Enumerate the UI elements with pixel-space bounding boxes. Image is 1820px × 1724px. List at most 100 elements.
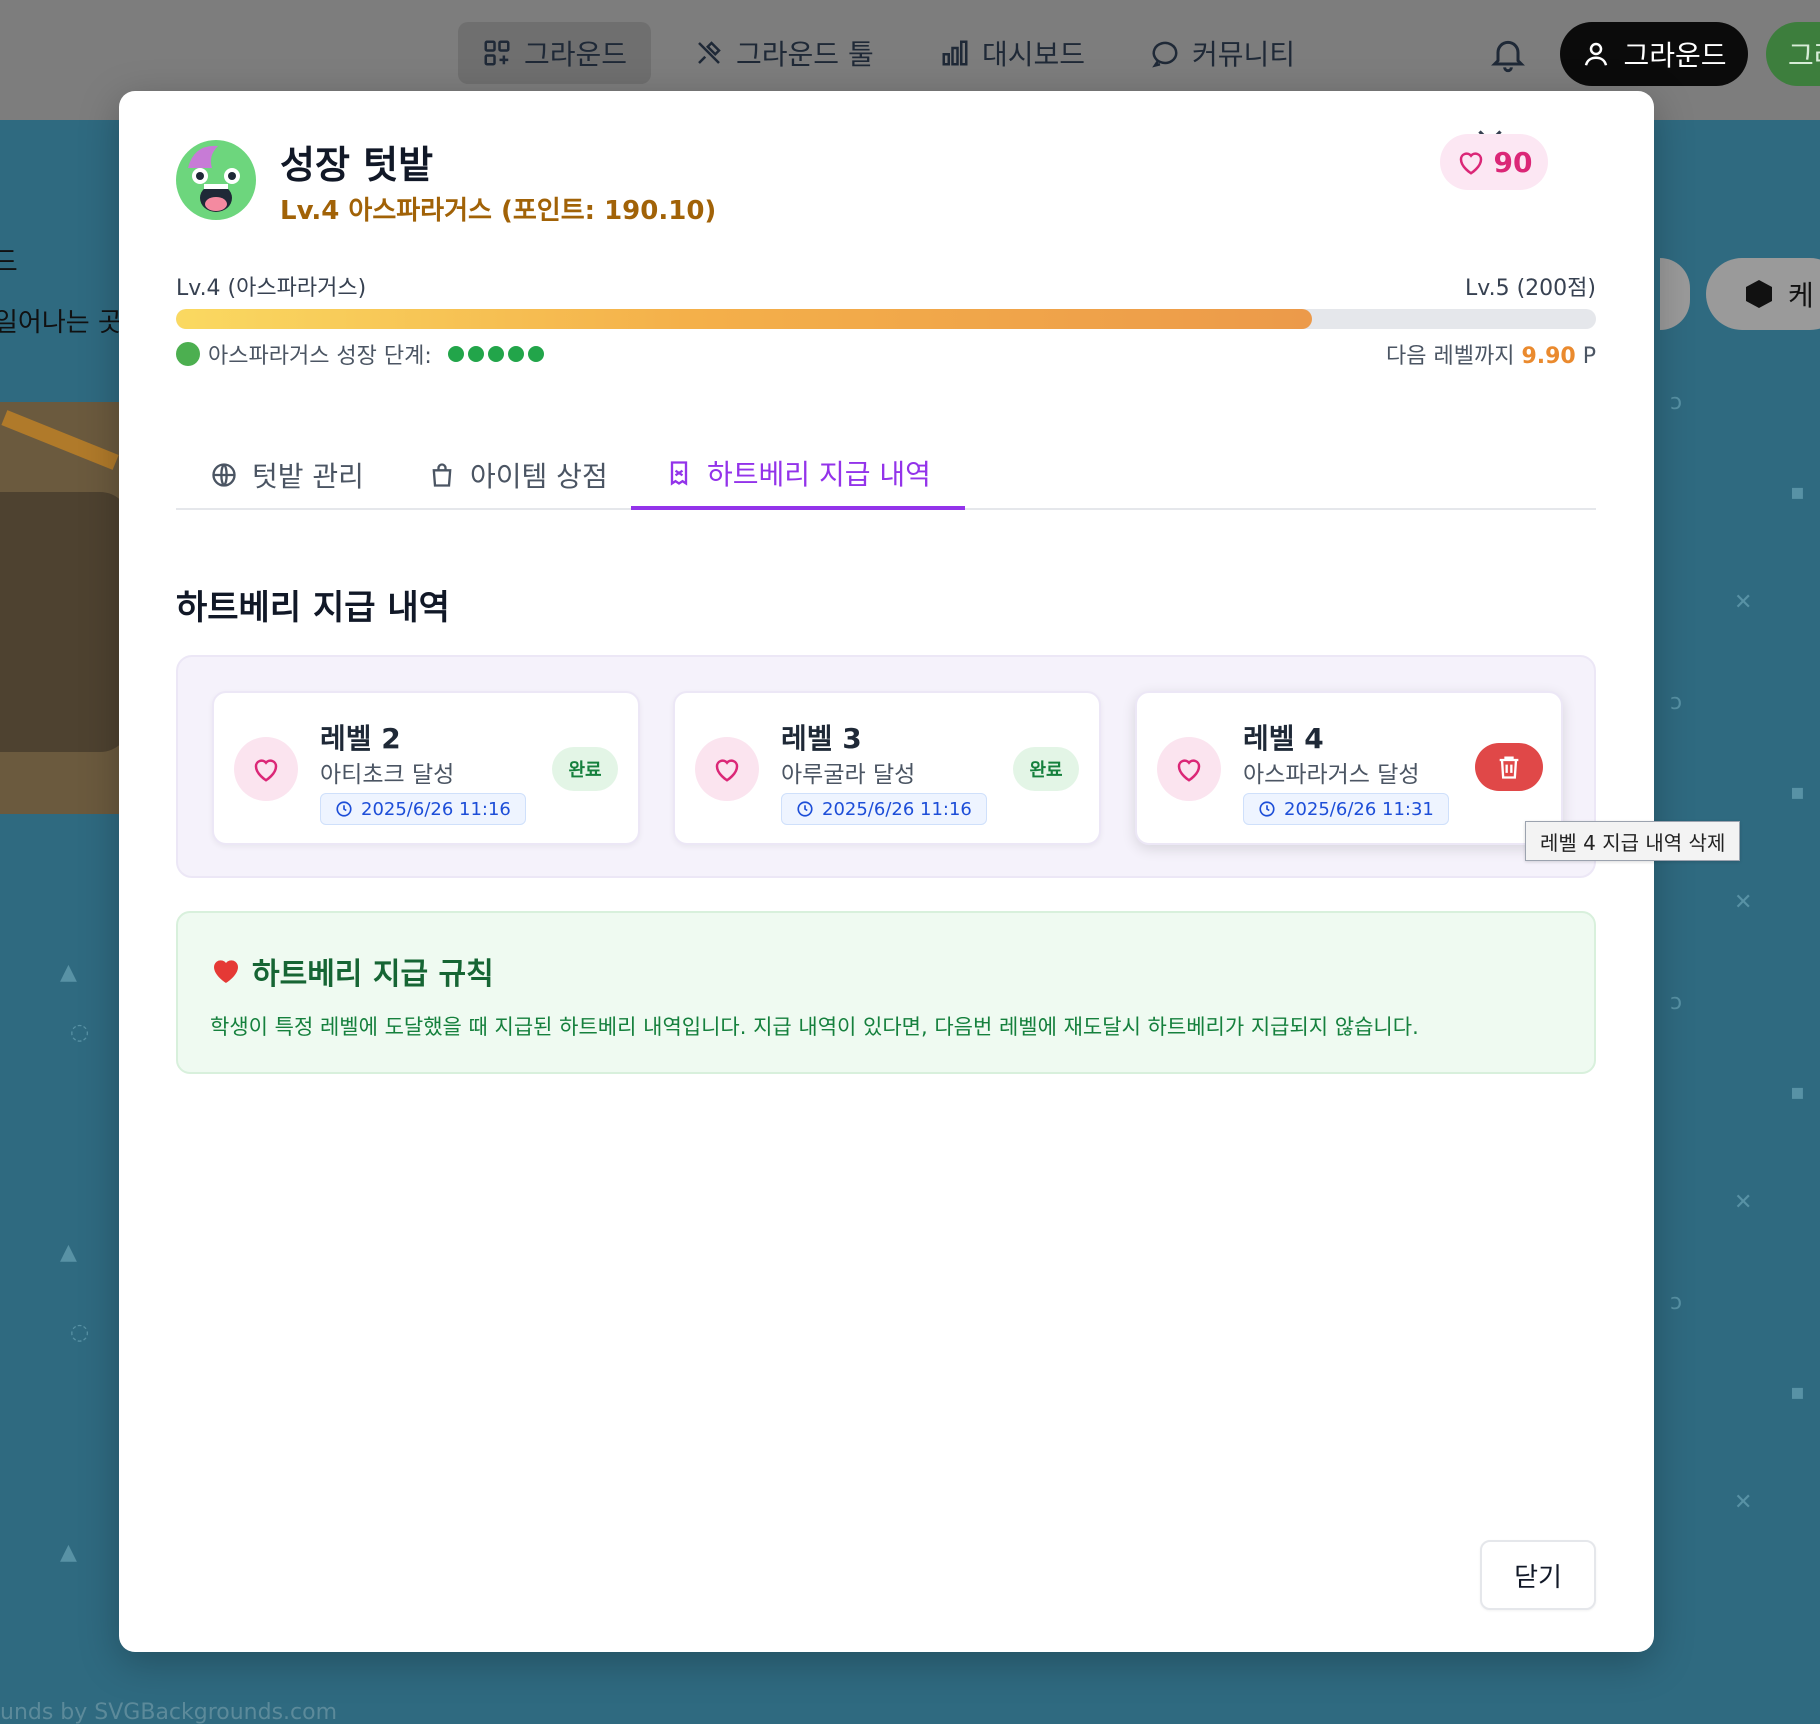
payment-level: 레벨 3	[781, 722, 862, 755]
nav-item-dashboard[interactable]: 대시보드	[916, 22, 1109, 84]
background-watermark: unds by SVGBackgrounds.com	[0, 1700, 338, 1724]
background-pattern: ▪	[1790, 1080, 1805, 1105]
background-pattern: ▪	[1790, 1380, 1805, 1405]
modal-subtitle: Lv.4 아스파라거스 (포인트: 190.10)	[280, 196, 717, 226]
heart-badge-circle	[695, 737, 759, 801]
background-pattern: ↄ	[1670, 1290, 1683, 1315]
zombie-avatar-icon	[176, 140, 256, 220]
user-profile-button[interactable]: 그라운드	[1560, 22, 1748, 86]
growth-stage-label: 아스파라거스 성장 단계:	[208, 344, 432, 369]
points-to-next-level: 다음 레벨까지 9.90 P	[1300, 338, 1596, 370]
heart-count-badge: 90	[1440, 134, 1548, 190]
green-dot-icon	[176, 342, 200, 366]
payment-description: 아스파라거스 달성	[1243, 762, 1420, 788]
heartberry-rules-box: 하트베리 지급 규칙 학생이 특정 레벨에 도달했을 때 지급된 하트베리 내역…	[176, 911, 1596, 1074]
payment-card: 레벨 2 아티초크 달성 2025/6/26 11:16 완료	[212, 691, 640, 845]
clock-icon	[1259, 801, 1275, 817]
background-pattern: ↄ	[1670, 990, 1683, 1015]
user-icon	[1585, 42, 1608, 66]
bell-icon[interactable]	[1488, 34, 1528, 74]
next-level-unit: P	[1582, 344, 1596, 369]
payment-date-badge: 2025/6/26 11:16	[320, 793, 526, 825]
growth-stage-dots	[447, 346, 544, 362]
growth-stage-row: 아스파라거스 성장 단계:	[176, 338, 544, 370]
payment-date: 2025/6/26 11:31	[1284, 798, 1434, 820]
receipt-icon	[670, 461, 688, 486]
stage-dot	[447, 346, 464, 362]
background-garden-image	[0, 402, 120, 814]
payment-history-list: 레벨 2 아티초크 달성 2025/6/26 11:16 완료 레벨 3 아루굴…	[176, 655, 1596, 878]
hexagon-icon	[1746, 280, 1772, 308]
close-button[interactable]: 닫기	[1480, 1540, 1596, 1610]
bar-chart-icon	[942, 40, 968, 66]
background-pattern: ▲	[60, 960, 77, 985]
background-pattern: ✕	[1734, 1490, 1753, 1515]
tools-icon	[698, 41, 721, 64]
stage-dot	[507, 346, 524, 362]
nav-item-label: 그라운드 툴	[736, 38, 874, 71]
background-pattern: ✕	[1734, 1190, 1753, 1215]
background-pattern: ✕	[1734, 590, 1753, 615]
tab-heartberry-history[interactable]: 하트베리 지급 내역	[631, 440, 965, 510]
heart-badge-circle	[234, 737, 298, 801]
modal-tabs: 텃밭 관리 아이템 상점 하트베리 지급 내역	[176, 440, 1596, 510]
background-pill-button: 케	[1706, 258, 1820, 330]
clock-icon	[336, 801, 352, 817]
stage-dot	[487, 346, 504, 362]
chat-bubble-icon	[1152, 41, 1178, 68]
clock-icon	[797, 801, 813, 817]
modal-title: 성장 텃밭	[280, 143, 434, 187]
tab-label: 텃밭 관리	[252, 460, 364, 493]
tab-garden-management[interactable]: 텃밭 관리	[176, 440, 398, 510]
nav-item-ground[interactable]: 그라운드	[458, 22, 652, 84]
nav-item-community[interactable]: 커뮤니티	[1126, 22, 1319, 84]
heart-icon	[1177, 759, 1201, 782]
background-pattern: ◌	[70, 1320, 90, 1345]
payment-date-badge: 2025/6/26 11:31	[1243, 793, 1449, 825]
trash-icon	[1499, 756, 1519, 779]
current-level-label: Lv.4 (아스파라거스)	[176, 276, 367, 301]
rules-description: 학생이 특정 레벨에 도달했을 때 지급된 하트베리 내역입니다. 지급 내역이…	[210, 1015, 1419, 1039]
status-badge: 완료	[552, 747, 618, 791]
heart-count: 90	[1493, 145, 1533, 179]
next-level-points: 9.90	[1521, 344, 1576, 369]
background-pattern: ◌	[70, 1020, 90, 1045]
rules-title-row: 하트베리 지급 규칙	[210, 949, 494, 993]
payment-date: 2025/6/26 11:16	[361, 798, 511, 820]
payment-description: 아티초크 달성	[320, 762, 455, 788]
green-action-button[interactable]: 그라	[1766, 22, 1820, 86]
next-level-label: Lv.5 (200점)	[1465, 276, 1596, 301]
tab-item-shop[interactable]: 아이템 상점	[394, 440, 642, 510]
payment-date: 2025/6/26 11:16	[822, 798, 972, 820]
background-pill-label: 케	[1788, 279, 1814, 312]
shopping-bag-icon	[432, 463, 452, 487]
delete-tooltip: 레벨 4 지급 내역 삭제	[1525, 821, 1741, 861]
payment-level: 레벨 2	[320, 722, 401, 755]
background-pattern: ▲	[60, 1240, 77, 1265]
payment-card: 레벨 3 아루굴라 달성 2025/6/26 11:16 완료	[673, 691, 1101, 845]
payment-date-badge: 2025/6/26 11:16	[781, 793, 987, 825]
user-profile-label: 그라운드	[1623, 39, 1727, 72]
delete-payment-button[interactable]	[1475, 743, 1543, 791]
background-pattern: ✕	[1734, 890, 1753, 915]
nav-item-label: 그라운드	[524, 38, 628, 71]
heart-icon	[254, 759, 278, 782]
next-level-prefix: 다음 레벨까지	[1386, 344, 1515, 369]
nav-item-label: 대시보드	[982, 38, 1086, 71]
payment-level: 레벨 4	[1243, 722, 1324, 755]
heart-icon	[715, 759, 739, 782]
background-pattern: ▲	[60, 1540, 77, 1565]
background-pill	[1660, 258, 1690, 330]
green-action-label: 그라	[1788, 39, 1820, 72]
level-progress-fill	[176, 309, 1312, 329]
level-progress-bar	[176, 309, 1596, 329]
background-heading: 드	[0, 245, 18, 278]
heart-icon	[1459, 152, 1482, 175]
rules-title: 하트베리 지급 규칙	[252, 957, 494, 992]
red-heart-icon	[214, 960, 238, 983]
nav-item-label: 커뮤니티	[1192, 38, 1296, 71]
nav-item-ground-tools[interactable]: 그라운드 툴	[670, 22, 898, 84]
heart-badge-circle	[1157, 737, 1221, 801]
tab-label: 하트베리 지급 내역	[707, 458, 931, 491]
payment-card: 레벨 4 아스파라거스 달성 2025/6/26 11:31	[1135, 691, 1563, 845]
